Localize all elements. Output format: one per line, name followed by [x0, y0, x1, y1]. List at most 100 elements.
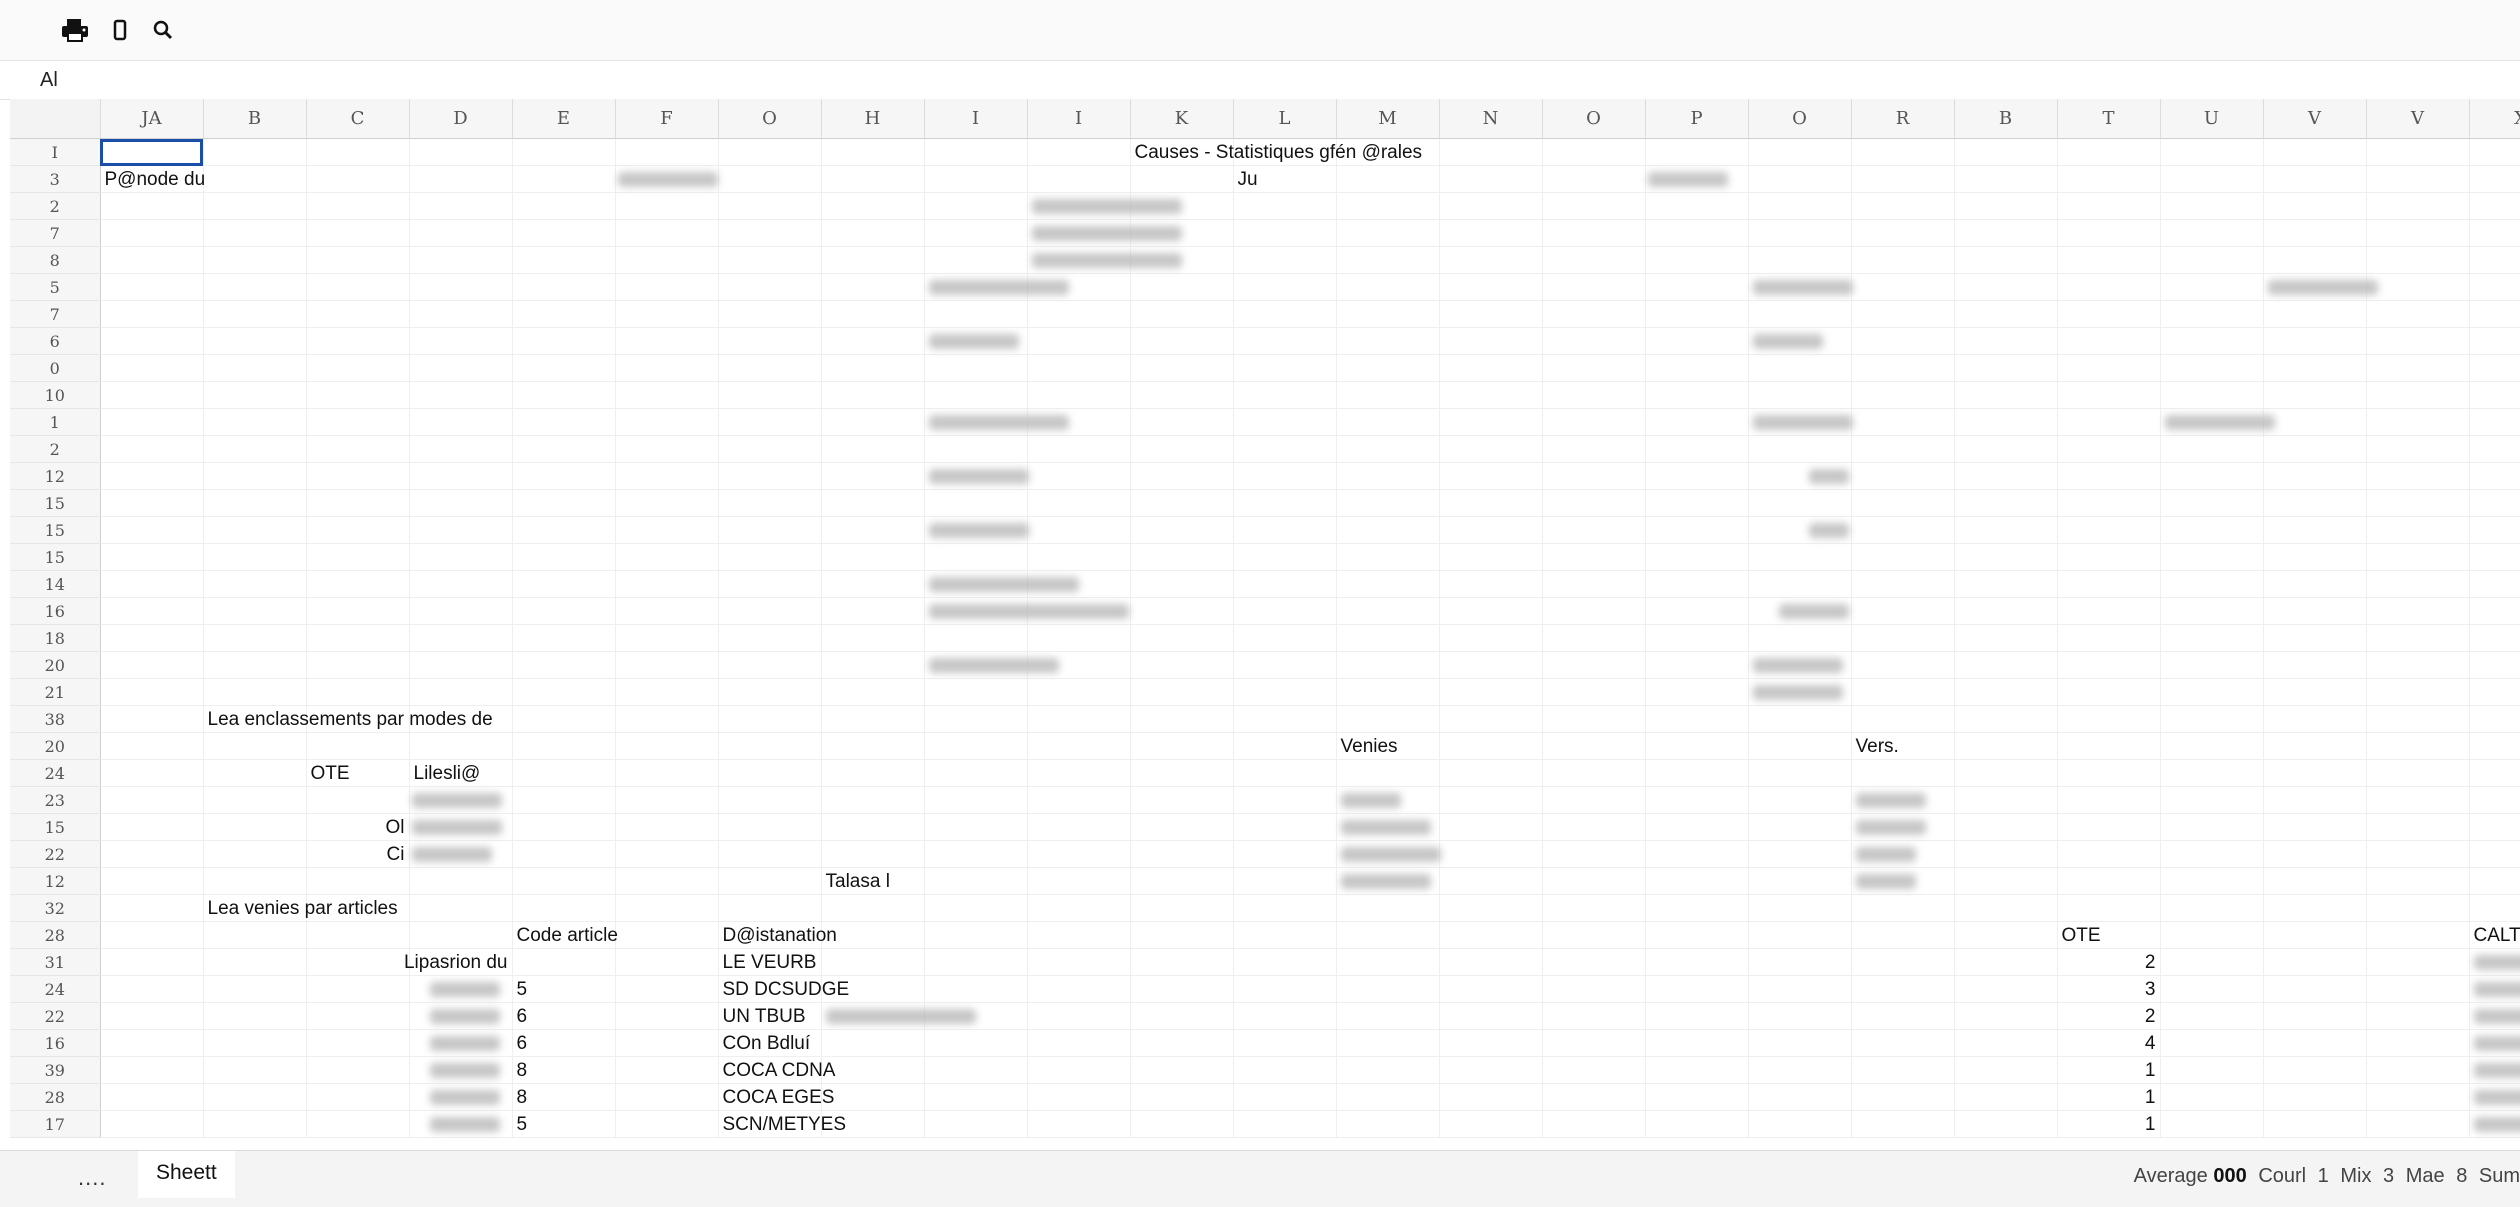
cell[interactable] [2057, 220, 2160, 247]
cell[interactable] [718, 733, 821, 760]
cell[interactable] [409, 193, 512, 220]
cell[interactable] [924, 598, 1027, 625]
column-header[interactable]: JA [100, 99, 203, 139]
cell[interactable] [1439, 679, 1542, 706]
cell[interactable] [2469, 1057, 2520, 1084]
cell[interactable] [2160, 733, 2263, 760]
cell[interactable] [512, 949, 615, 976]
cell[interactable] [306, 328, 409, 355]
cell[interactable] [409, 247, 512, 274]
cell[interactable] [2160, 679, 2263, 706]
cell[interactable] [1233, 571, 1336, 598]
cell[interactable] [203, 733, 306, 760]
cell[interactable] [2469, 1111, 2520, 1138]
cell[interactable] [1439, 463, 1542, 490]
cell[interactable] [1336, 787, 1439, 814]
cell[interactable] [2469, 814, 2520, 841]
cell[interactable] [512, 571, 615, 598]
cell[interactable] [924, 463, 1027, 490]
cell[interactable] [1233, 274, 1336, 301]
cell[interactable] [1851, 355, 1954, 382]
cell[interactable] [1130, 490, 1233, 517]
cell[interactable]: P@node du [100, 166, 203, 193]
cell[interactable] [1542, 625, 1645, 652]
cell[interactable] [1748, 598, 1851, 625]
cell[interactable] [1748, 544, 1851, 571]
cell[interactable] [2057, 436, 2160, 463]
cell[interactable] [1130, 787, 1233, 814]
cell[interactable] [1336, 679, 1439, 706]
cell[interactable] [2469, 976, 2520, 1003]
column-header[interactable]: U [2160, 99, 2263, 139]
cell[interactable] [821, 895, 924, 922]
cell[interactable] [2160, 301, 2263, 328]
cell[interactable] [1851, 274, 1954, 301]
cell[interactable] [1439, 976, 1542, 1003]
cell[interactable] [2366, 463, 2469, 490]
cell[interactable] [821, 166, 924, 193]
cell[interactable] [924, 544, 1027, 571]
column-header[interactable]: I [1027, 99, 1130, 139]
cell[interactable] [1027, 436, 1130, 463]
cell[interactable] [512, 841, 615, 868]
cell[interactable] [1748, 517, 1851, 544]
cell[interactable] [409, 652, 512, 679]
cell[interactable] [203, 949, 306, 976]
cell[interactable] [718, 706, 821, 733]
cell[interactable] [924, 193, 1027, 220]
cell[interactable] [1542, 976, 1645, 1003]
cell[interactable] [1336, 382, 1439, 409]
cell[interactable] [1336, 166, 1439, 193]
cell[interactable] [1027, 301, 1130, 328]
cell[interactable] [203, 544, 306, 571]
cell[interactable] [306, 517, 409, 544]
cell[interactable] [2263, 220, 2366, 247]
cell[interactable] [1542, 814, 1645, 841]
cell[interactable] [1645, 868, 1748, 895]
cell[interactable] [1027, 1003, 1130, 1030]
cell[interactable] [1233, 328, 1336, 355]
cell[interactable] [1130, 1084, 1233, 1111]
cell[interactable] [100, 1057, 203, 1084]
zoom-icon[interactable] [150, 16, 176, 44]
cell[interactable] [1439, 139, 1542, 166]
cell[interactable] [1748, 220, 1851, 247]
cell[interactable] [615, 1057, 718, 1084]
cell[interactable] [1439, 760, 1542, 787]
cell[interactable] [1233, 355, 1336, 382]
row-header[interactable]: 12 [10, 463, 100, 490]
cell[interactable] [2366, 1030, 2469, 1057]
cell[interactable] [2263, 382, 2366, 409]
cell[interactable] [203, 274, 306, 301]
cell[interactable] [718, 544, 821, 571]
cell[interactable] [2469, 274, 2520, 301]
cell[interactable] [1130, 436, 1233, 463]
cell[interactable]: CALTT [2469, 922, 2520, 949]
cell[interactable] [100, 895, 203, 922]
cell[interactable] [2160, 625, 2263, 652]
column-header[interactable]: C [306, 99, 409, 139]
cell[interactable] [1954, 733, 2057, 760]
cell[interactable] [1027, 733, 1130, 760]
cell[interactable] [1954, 355, 2057, 382]
cell[interactable] [615, 949, 718, 976]
cell[interactable] [306, 949, 409, 976]
row-header[interactable]: 17 [10, 1111, 100, 1138]
cell[interactable] [1233, 841, 1336, 868]
cell[interactable] [100, 598, 203, 625]
cell[interactable] [2263, 328, 2366, 355]
cell[interactable] [2057, 571, 2160, 598]
cell[interactable] [821, 490, 924, 517]
cell[interactable] [2469, 301, 2520, 328]
cell[interactable] [2366, 1057, 2469, 1084]
cell[interactable]: SD DCSUDGE [718, 976, 821, 1003]
cell[interactable] [1336, 409, 1439, 436]
cell[interactable] [1233, 625, 1336, 652]
cell[interactable] [203, 1030, 306, 1057]
cell[interactable] [1645, 598, 1748, 625]
cell[interactable] [1851, 598, 1954, 625]
cell[interactable] [2366, 274, 2469, 301]
cell[interactable] [1645, 814, 1748, 841]
cell[interactable] [1027, 868, 1130, 895]
cell[interactable] [1439, 949, 1542, 976]
